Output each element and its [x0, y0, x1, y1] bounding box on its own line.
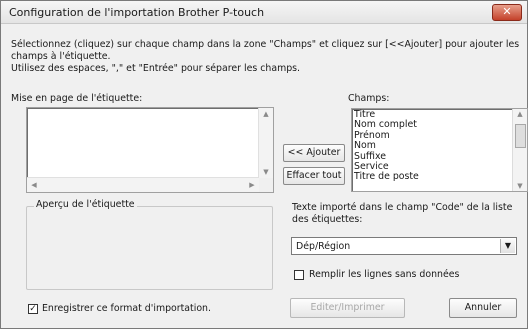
list-item[interactable]: Titre de poste	[354, 172, 419, 183]
scroll-corner	[259, 178, 273, 192]
scroll-right-icon[interactable]: ▶	[245, 181, 259, 189]
instructions-line-1: Sélectionnez (cliquez) sur chaque champ …	[11, 39, 520, 62]
instructions: Sélectionnez (cliquez) sur chaque champ …	[11, 39, 526, 75]
fields-list: Titre Nom complet Prénom Nom Suffixe Ser…	[354, 109, 419, 183]
chevron-down-icon[interactable]: ▼	[500, 239, 515, 253]
scroll-thumb[interactable]	[515, 124, 526, 148]
save-format-checkbox[interactable]: ✓	[28, 304, 38, 314]
code-field-label: Texte importé dans le champ "Code" de la…	[292, 202, 513, 225]
window-title: Configuration de l'importation Brother P…	[9, 6, 265, 19]
code-field-select[interactable]: Dép/Région ▼	[291, 237, 517, 255]
cancel-button[interactable]: Annuler	[449, 298, 517, 318]
fill-empty-checkbox[interactable]	[294, 270, 304, 280]
preview-groupbox	[26, 206, 273, 290]
title-bar: Configuration de l'importation Brother P…	[1, 1, 527, 24]
code-field-value: Dép/Région	[296, 241, 351, 252]
add-button[interactable]: << Ajouter	[283, 144, 345, 162]
scroll-left-icon[interactable]: ◀	[27, 181, 41, 189]
scroll-up-icon[interactable]: ▲	[259, 110, 273, 118]
fields-scrollbar[interactable]: ▲ ▼	[512, 109, 527, 191]
layout-horizontal-scrollbar[interactable]: ◀ ▶	[27, 177, 259, 192]
layout-label: Mise en page de l'étiquette:	[11, 93, 143, 104]
close-icon: ✕	[502, 5, 512, 18]
instructions-line-2: Utilisez des espaces, "," et "Entrée" po…	[11, 63, 301, 74]
close-button[interactable]: ✕	[492, 4, 522, 21]
clear-all-button[interactable]: Effacer tout	[283, 167, 345, 185]
check-icon: ✓	[29, 304, 37, 314]
preview-label: Aperçu de l'étiquette	[34, 199, 137, 210]
fields-listbox[interactable]: Titre Nom complet Prénom Nom Suffixe Ser…	[351, 108, 528, 192]
import-config-dialog: Configuration de l'importation Brother P…	[0, 0, 528, 329]
layout-vertical-scrollbar[interactable]: ▲ ▼	[258, 108, 273, 178]
save-format-label: Enregistrer ce format d'importation.	[42, 303, 211, 314]
scroll-up-icon[interactable]: ▲	[513, 110, 527, 118]
scroll-down-icon[interactable]: ▼	[259, 168, 273, 176]
fill-empty-label: Remplir les lignes sans données	[309, 269, 460, 280]
layout-textbox[interactable]: ▲ ▼ ◀ ▶	[26, 107, 274, 193]
fields-label: Champs:	[348, 93, 390, 104]
scroll-down-icon[interactable]: ▼	[513, 182, 527, 190]
edit-print-button[interactable]: Editer/Imprimer	[290, 298, 405, 318]
